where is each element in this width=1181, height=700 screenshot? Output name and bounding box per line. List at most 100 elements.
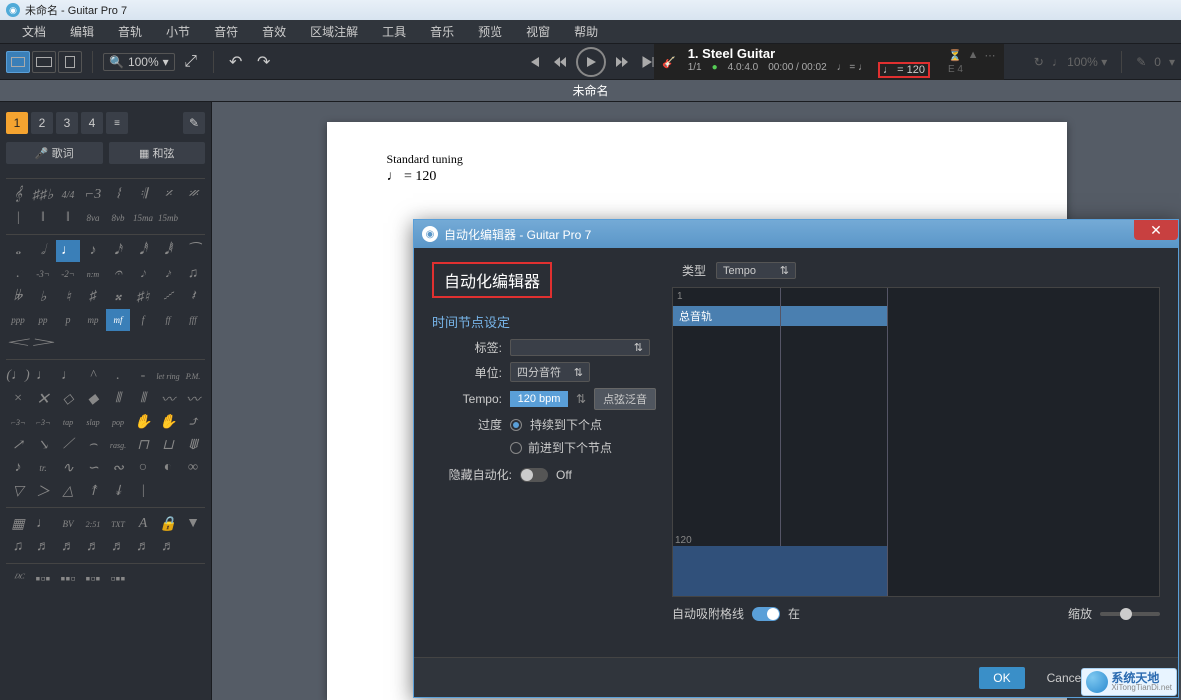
dead-icon[interactable]: ♩: [31, 365, 55, 387]
rewind-button[interactable]: [550, 52, 570, 72]
acc2-icon[interactable]: 𝆱: [156, 286, 180, 308]
simile2-icon[interactable]: 𝄏: [181, 184, 205, 206]
f-icon[interactable]: f: [131, 309, 155, 331]
arp-up-icon[interactable]: ↟: [81, 480, 105, 502]
pattern3-icon[interactable]: ▪▫▪: [81, 569, 105, 591]
tuner-icon[interactable]: ✎: [1136, 55, 1146, 69]
triplet-icon[interactable]: ⌐3: [81, 184, 105, 206]
tuplet3-icon[interactable]: ⌐3¬: [6, 411, 30, 433]
menu-edit[interactable]: 编辑: [58, 20, 106, 43]
8va-icon[interactable]: 8va: [81, 207, 105, 229]
slide-down-icon[interactable]: ↘: [31, 434, 55, 456]
loop-icon[interactable]: ↻: [1034, 55, 1044, 69]
invturn-icon[interactable]: ∾: [106, 457, 130, 479]
quarter-note-icon[interactable]: ♩: [56, 240, 80, 262]
staccato-icon[interactable]: .: [106, 365, 130, 387]
big-x-icon[interactable]: ✕: [31, 388, 55, 410]
rest-icon[interactable]: 𝄽: [181, 286, 205, 308]
cresc-icon[interactable]: 𝆒: [6, 332, 30, 354]
dialog-titlebar[interactable]: ◉ 自动化编辑器 - Guitar Pro 7 ✕: [414, 220, 1178, 248]
eighth-note-icon[interactable]: ♪: [81, 240, 105, 262]
fermata-icon[interactable]: 𝄐: [106, 263, 130, 285]
hand-icon[interactable]: ✋: [131, 411, 155, 433]
group1-icon[interactable]: ♬: [31, 536, 55, 558]
db-sharp-icon[interactable]: 𝄪: [106, 286, 130, 308]
natural-icon[interactable]: ♮: [56, 286, 80, 308]
more-icon[interactable]: ⋯: [985, 49, 996, 62]
whole-note-icon[interactable]: 𝅝: [6, 240, 30, 262]
type-select[interactable]: Tempo⇅: [716, 262, 796, 279]
ok-button[interactable]: OK: [979, 667, 1024, 689]
grace-note-icon[interactable]: ♪: [6, 457, 30, 479]
menu-effects[interactable]: 音效: [250, 20, 298, 43]
graph-tempo-region[interactable]: [673, 546, 887, 596]
vibrato-icon[interactable]: 〰: [156, 388, 180, 410]
arpeggio-icon[interactable]: ⟱: [181, 434, 205, 456]
pattern2-icon[interactable]: ▪▪▫: [56, 569, 80, 591]
lock-icon[interactable]: 🔒: [156, 513, 180, 535]
redo-button[interactable]: ↷: [252, 51, 276, 73]
wide-vibrato-icon[interactable]: 〰: [181, 388, 205, 410]
play-button[interactable]: [576, 47, 606, 77]
voice-3-tab[interactable]: 3: [56, 112, 78, 134]
group5-icon[interactable]: ♬: [131, 536, 155, 558]
tempo-display[interactable]: ♩ = 120: [878, 62, 930, 78]
voice-4-tab[interactable]: 4: [81, 112, 103, 134]
stroke-up-icon[interactable]: ⊓: [131, 434, 155, 456]
voice-2-tab[interactable]: 2: [31, 112, 53, 134]
harmonic-icon[interactable]: ◇: [56, 388, 80, 410]
mordent-icon[interactable]: ∿: [56, 457, 80, 479]
slide-icon[interactable]: ⟋: [56, 434, 80, 456]
grace2-icon[interactable]: 𝆔: [156, 263, 180, 285]
double-bar-icon[interactable]: ‖: [31, 207, 55, 229]
repeat-mark-icon[interactable]: 𝄊: [6, 569, 30, 591]
zoom-control[interactable]: 🔍 100% ▾: [103, 53, 175, 71]
end-bar-icon[interactable]: ‖: [56, 207, 80, 229]
menu-tools[interactable]: 工具: [370, 20, 418, 43]
clef-icon[interactable]: 𝄞: [6, 184, 30, 206]
ff-icon[interactable]: ff: [156, 309, 180, 331]
x-icon[interactable]: ×: [6, 388, 30, 410]
auto-beam-icon[interactable]: ♫: [6, 536, 30, 558]
turn-icon[interactable]: ∽: [81, 457, 105, 479]
chord-diagram-icon[interactable]: ▦: [6, 513, 30, 535]
menu-document[interactable]: 文档: [10, 20, 58, 43]
mf-icon[interactable]: mf: [106, 309, 130, 331]
flat-icon[interactable]: ♭: [31, 286, 55, 308]
group6-icon[interactable]: ♬: [156, 536, 180, 558]
updown-icon[interactable]: ⇅: [576, 392, 586, 406]
bar-line-icon[interactable]: |: [131, 480, 155, 502]
32nd-note-icon[interactable]: 𝅘𝅥𝅰: [131, 240, 155, 262]
repeat-sign-icon[interactable]: 𝄇: [131, 184, 155, 206]
accent-icon[interactable]: ♩: [56, 365, 80, 387]
hourglass-icon[interactable]: ⏳: [948, 49, 962, 62]
voice-1-tab[interactable]: 1: [6, 112, 28, 134]
note-j-icon[interactable]: ♩: [31, 513, 55, 535]
tempo-input[interactable]: [510, 391, 568, 407]
pop-icon[interactable]: pop: [106, 411, 130, 433]
transition-advance-radio[interactable]: [510, 442, 522, 454]
pattern4-icon[interactable]: ▫▪▪: [106, 569, 130, 591]
tie-icon[interactable]: ⁀: [181, 240, 205, 262]
tap-icon[interactable]: tap: [56, 411, 80, 433]
simile-icon[interactable]: 𝄎: [156, 184, 180, 206]
db-flat-icon[interactable]: 𝄫: [6, 286, 30, 308]
wah-icon[interactable]: ○: [131, 457, 155, 479]
fff-icon[interactable]: fff: [181, 309, 205, 331]
barre-icon[interactable]: 2:51: [81, 513, 105, 535]
menu-music[interactable]: 音乐: [418, 20, 466, 43]
dot-icon[interactable]: .: [6, 263, 30, 285]
group4-icon[interactable]: ♬: [106, 536, 130, 558]
zoom-fit-button[interactable]: ⤢: [179, 51, 203, 73]
arp-down-icon[interactable]: ↡: [106, 480, 130, 502]
legato-icon[interactable]: ⌢: [81, 434, 105, 456]
acc-icon[interactable]: ♯♮: [131, 286, 155, 308]
free-time-icon[interactable]: 𝄔: [106, 184, 130, 206]
layout-page-button[interactable]: [6, 51, 30, 73]
15mb-icon[interactable]: 15mb: [156, 207, 180, 229]
accent2-icon[interactable]: ＞: [31, 480, 55, 502]
group3-icon[interactable]: ♬: [81, 536, 105, 558]
ghost-icon[interactable]: (♩): [6, 365, 30, 387]
64th-note-icon[interactable]: 𝅘𝅥𝅱: [156, 240, 180, 262]
bar-icon[interactable]: |: [6, 207, 30, 229]
